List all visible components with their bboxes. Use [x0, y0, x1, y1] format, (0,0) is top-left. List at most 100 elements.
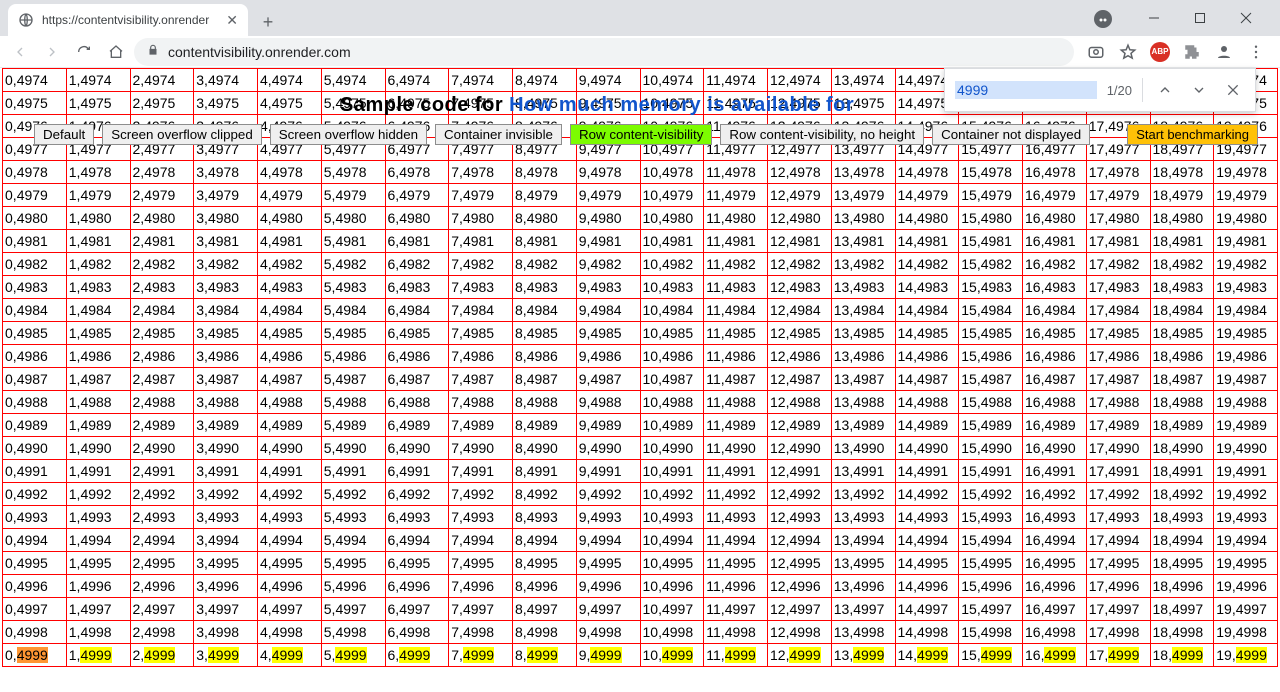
grid-cell: 0,4974 — [3, 69, 67, 92]
grid-cell: 1,4994 — [66, 529, 130, 552]
table-row: 0,49811,49812,49813,49814,49815,49816,49… — [3, 230, 1278, 253]
grid-cell: 2,4999 — [130, 644, 194, 667]
grid-cell: 1,4995 — [66, 552, 130, 575]
grid-cell: 6,4994 — [385, 529, 449, 552]
grid-cell: 19,4989 — [1214, 414, 1278, 437]
find-prev-button[interactable] — [1153, 78, 1177, 102]
minimize-button[interactable] — [1140, 12, 1168, 27]
reload-button[interactable] — [70, 38, 98, 66]
grid-cell: 13,4997 — [831, 598, 895, 621]
maximize-button[interactable] — [1186, 12, 1214, 27]
grid-cell: 16,4988 — [1023, 391, 1087, 414]
find-next-button[interactable] — [1187, 78, 1211, 102]
grid-cell: 7,4992 — [449, 483, 513, 506]
grid-cell: 0,4995 — [3, 552, 67, 575]
grid-cell: 4,4992 — [258, 483, 322, 506]
grid-cell: 0,4984 — [3, 299, 67, 322]
start-benchmarking-button[interactable]: Start benchmarking — [1127, 124, 1258, 145]
forward-button[interactable] — [38, 38, 66, 66]
back-button[interactable] — [6, 38, 34, 66]
profile-avatar[interactable] — [1210, 38, 1238, 66]
grid-cell: 6,4981 — [385, 230, 449, 253]
grid-cell: 12,4974 — [768, 69, 832, 92]
grid-cell: 1,4991 — [66, 460, 130, 483]
toolbar-icons: ABP — [1078, 38, 1274, 66]
star-icon[interactable] — [1114, 38, 1142, 66]
grid-cell: 5,4996 — [321, 575, 385, 598]
grid-cell: 17,4981 — [1086, 230, 1150, 253]
grid-cell: 13,4983 — [831, 276, 895, 299]
find-close-button[interactable] — [1221, 78, 1245, 102]
grid-cell: 19,4996 — [1214, 575, 1278, 598]
grid-cell: 2,4997 — [130, 598, 194, 621]
lens-icon[interactable] — [1082, 38, 1110, 66]
table-row: 0,49961,49962,49963,49964,49965,49966,49… — [3, 575, 1278, 598]
url-text: contentvisibility.onrender.com — [168, 44, 351, 60]
heading-link[interactable]: How much memory is available for — [509, 94, 854, 116]
browser-tab[interactable]: https://contentvisibility.onrender ✕ — [8, 4, 248, 36]
grid-cell: 2,4992 — [130, 483, 194, 506]
kebab-menu-icon[interactable] — [1242, 38, 1270, 66]
table-row: 0,49851,49852,49853,49854,49855,49856,49… — [3, 322, 1278, 345]
grid-cell: 3,4995 — [194, 552, 258, 575]
grid-cell: 15,4978 — [959, 161, 1023, 184]
abp-icon[interactable]: ABP — [1146, 38, 1174, 66]
mode-button-5[interactable]: Row content-visibility, no height — [720, 124, 924, 145]
grid-cell: 11,4983 — [704, 276, 768, 299]
grid-cell: 11,4985 — [704, 322, 768, 345]
grid-cell: 6,4978 — [385, 161, 449, 184]
table-row: 0,49821,49822,49823,49824,49825,49826,49… — [3, 253, 1278, 276]
grid-cell: 12,4997 — [768, 598, 832, 621]
grid-cell: 13,4998 — [831, 621, 895, 644]
grid-cell: 9,4999 — [576, 644, 640, 667]
grid-cell: 5,4979 — [321, 184, 385, 207]
grid-cell: 13,4987 — [831, 368, 895, 391]
grid-cell: 18,4983 — [1150, 276, 1214, 299]
grid-cell: 3,4988 — [194, 391, 258, 414]
new-tab-button[interactable]: + — [254, 8, 282, 36]
grid-cell: 3,4993 — [194, 506, 258, 529]
grid-cell: 17,4979 — [1086, 184, 1150, 207]
find-query[interactable]: 4999 — [955, 81, 1097, 99]
grid-cell: 12,4985 — [768, 322, 832, 345]
mode-button-2[interactable]: Screen overflow hidden — [270, 124, 427, 145]
grid-cell: 16,4981 — [1023, 230, 1087, 253]
grid-cell: 11,4979 — [704, 184, 768, 207]
grid-cell: 10,4996 — [640, 575, 704, 598]
grid-cell: 12,4998 — [768, 621, 832, 644]
grid-cell: 4,4980 — [258, 207, 322, 230]
close-icon[interactable]: ✕ — [226, 12, 238, 29]
grid-cell: 8,4995 — [513, 552, 577, 575]
grid-cell: 14,4994 — [895, 529, 959, 552]
mode-button-6[interactable]: Container not displayed — [932, 124, 1090, 145]
grid-cell: 7,4984 — [449, 299, 513, 322]
grid-cell: 2,4975 — [130, 92, 194, 115]
grid-cell: 7,4996 — [449, 575, 513, 598]
grid-cell: 3,4981 — [194, 230, 258, 253]
grid-cell: 18,4988 — [1150, 391, 1214, 414]
mode-button-0[interactable]: Default — [34, 124, 94, 145]
grid-cell: 14,4998 — [895, 621, 959, 644]
grid-cell: 2,4994 — [130, 529, 194, 552]
grid-cell: 2,4986 — [130, 345, 194, 368]
grid-cell: 13,4995 — [831, 552, 895, 575]
mode-button-4[interactable]: Row content-visibility — [570, 124, 712, 145]
grid-cell: 0,4987 — [3, 368, 67, 391]
extensions-icon[interactable] — [1178, 38, 1206, 66]
mode-button-1[interactable]: Screen overflow clipped — [102, 124, 262, 145]
table-row: 0,49801,49802,49803,49804,49805,49806,49… — [3, 207, 1278, 230]
grid-cell: 9,4979 — [576, 184, 640, 207]
divider — [1142, 78, 1143, 102]
grid-cell: 18,4996 — [1150, 575, 1214, 598]
grid-cell: 4,4987 — [258, 368, 322, 391]
close-window-button[interactable] — [1232, 12, 1260, 27]
address-bar[interactable]: contentvisibility.onrender.com — [134, 38, 1074, 66]
grid-cell: 6,4992 — [385, 483, 449, 506]
mode-button-3[interactable]: Container invisible — [435, 124, 562, 145]
grid-cell: 9,4989 — [576, 414, 640, 437]
home-button[interactable] — [102, 38, 130, 66]
grid-cell: 6,4999 — [385, 644, 449, 667]
grid-cell: 11,4992 — [704, 483, 768, 506]
grid-cell: 1,4979 — [66, 184, 130, 207]
table-row: 0,49891,49892,49893,49894,49895,49896,49… — [3, 414, 1278, 437]
